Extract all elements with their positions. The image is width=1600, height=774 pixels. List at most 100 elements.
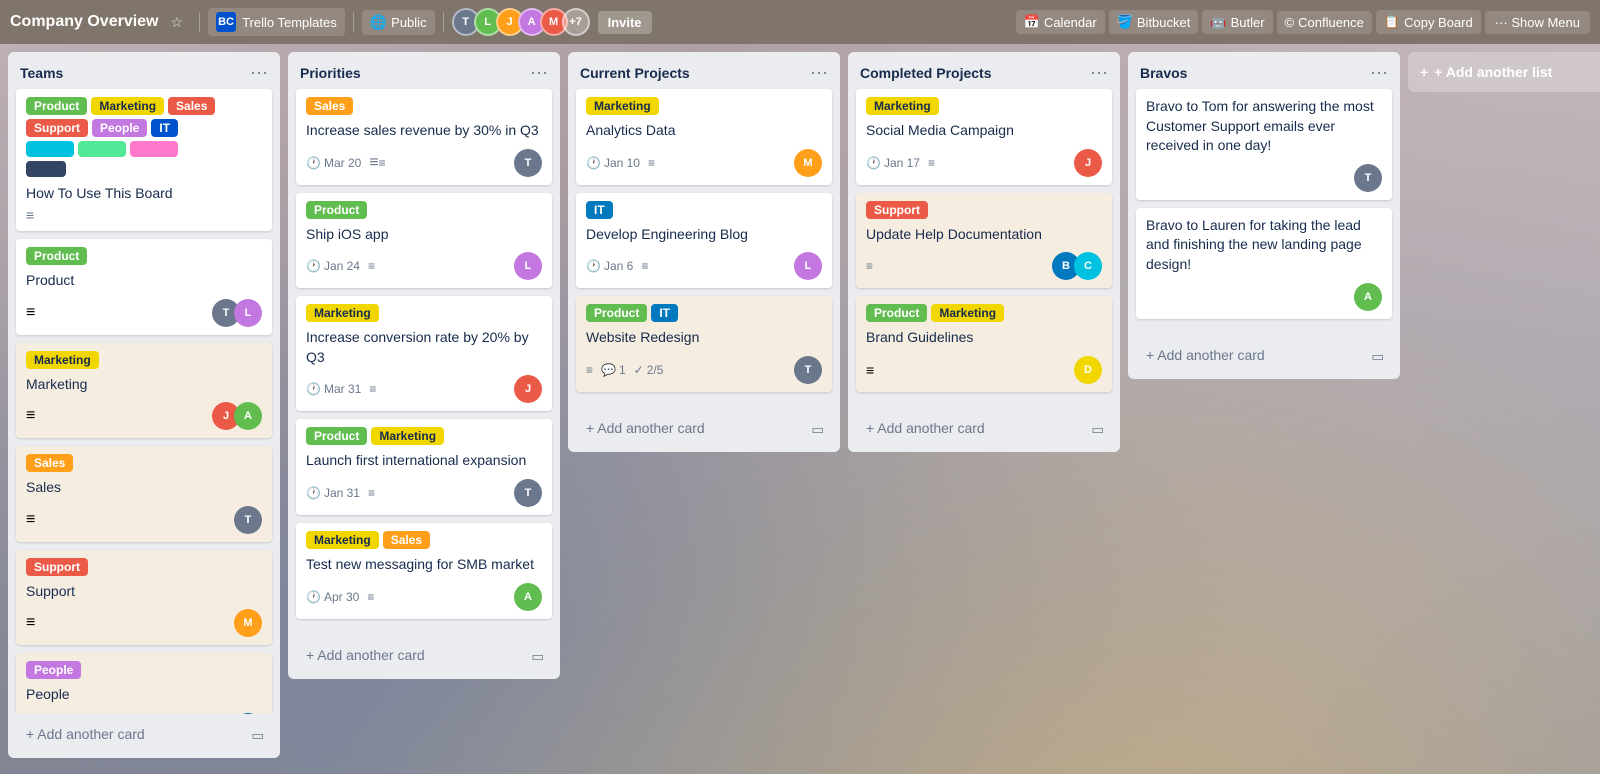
confluence-icon: © bbox=[1285, 15, 1295, 30]
card-sales-title: Sales bbox=[26, 478, 262, 498]
card-template-priorities[interactable]: ▭ bbox=[523, 643, 552, 671]
card-cp2-title: Develop Engineering Blog bbox=[586, 225, 822, 245]
how-to-icon: ≡ bbox=[26, 207, 262, 223]
card-p4-title: Launch first international expansion bbox=[306, 451, 542, 471]
card-cp1-meta: 🕐Jan 10 ≡ M bbox=[586, 149, 822, 177]
how-to-label: How To Use This Board bbox=[26, 185, 262, 201]
card-cp1[interactable]: Marketing Analytics Data 🕐Jan 10 ≡ M bbox=[576, 89, 832, 185]
list-header-teams: Teams ··· bbox=[8, 52, 280, 89]
list-title-completed: Completed Projects bbox=[860, 65, 991, 81]
invite-button[interactable]: Invite bbox=[598, 11, 652, 34]
label-cp1: Marketing bbox=[586, 97, 659, 115]
card-cp2-meta: 🕐Jan 6 ≡ L bbox=[586, 252, 822, 280]
card-p5[interactable]: Marketing Sales Test new messaging for S… bbox=[296, 523, 552, 619]
add-card-completed[interactable]: + Add another card bbox=[856, 412, 1083, 444]
copyboard-tool[interactable]: 📋 Copy Board bbox=[1376, 10, 1481, 34]
card-p5-title: Test new messaging for SMB market bbox=[306, 555, 542, 575]
label-cp3a: Product bbox=[586, 304, 647, 322]
label-people: People bbox=[92, 119, 147, 137]
card-p5-date: 🕐Apr 30 bbox=[306, 590, 359, 604]
avatar-card: T bbox=[234, 506, 262, 534]
swatch-dark bbox=[26, 161, 66, 177]
card-product-avatars: T L bbox=[212, 299, 262, 327]
bitbucket-tool[interactable]: 🪣 Bitbucket bbox=[1109, 10, 1199, 34]
list-menu-teams[interactable]: ··· bbox=[250, 62, 268, 83]
card-comp3[interactable]: Product Marketing Brand Guidelines ≡ D bbox=[856, 296, 1112, 392]
label-it: IT bbox=[151, 119, 178, 137]
card-sales[interactable]: Sales Sales T bbox=[16, 446, 272, 542]
card-cp3-checklist: ✓2/5 bbox=[634, 363, 664, 377]
list-body-current: Marketing Analytics Data 🕐Jan 10 ≡ M IT … bbox=[568, 89, 840, 408]
card-support-avatars: M bbox=[234, 609, 262, 637]
card-b2[interactable]: Bravo to Lauren for taking the lead and … bbox=[1136, 208, 1392, 319]
card-p3-title: Increase conversion rate by 20% by Q3 bbox=[306, 328, 542, 367]
card-p2[interactable]: Product Ship iOS app 🕐Jan 24 ≡ L bbox=[296, 193, 552, 289]
list-header-priorities: Priorities ··· bbox=[288, 52, 560, 89]
card-cp3-title: Website Redesign bbox=[586, 328, 822, 348]
list-menu-priorities[interactable]: ··· bbox=[530, 62, 548, 83]
card-template-current[interactable]: ▭ bbox=[803, 416, 832, 444]
card-template-teams[interactable]: ▭ bbox=[243, 722, 272, 750]
card-p2-date: 🕐Jan 24 bbox=[306, 259, 360, 273]
card-cp2[interactable]: IT Develop Engineering Blog 🕐Jan 6 ≡ L bbox=[576, 193, 832, 289]
label-comp1: Marketing bbox=[866, 97, 939, 115]
list-menu-bravos[interactable]: ··· bbox=[1370, 62, 1388, 83]
list-footer-teams: + Add another card ▭ bbox=[8, 714, 280, 758]
list-priorities: Priorities ··· Sales Increase sales reve… bbox=[288, 52, 560, 679]
desc-icon: ≡ bbox=[648, 156, 655, 170]
card-b1[interactable]: Bravo to Tom for answering the most Cust… bbox=[1136, 89, 1392, 200]
list-body-bravos: Bravo to Tom for answering the most Cust… bbox=[1128, 89, 1400, 335]
avatar-card: M bbox=[234, 609, 262, 637]
bitbucket-icon: 🪣 bbox=[1117, 14, 1133, 30]
butler-tool[interactable]: 🤖 Butler bbox=[1202, 10, 1272, 34]
label-sales-red: Sales bbox=[168, 97, 215, 115]
add-list-button[interactable]: + + Add another list bbox=[1408, 52, 1600, 92]
calendar-tool[interactable]: 📅 Calendar bbox=[1016, 10, 1105, 34]
show-menu-button[interactable]: ··· Show Menu bbox=[1485, 11, 1590, 34]
card-comp1[interactable]: Marketing Social Media Campaign 🕐Jan 17 … bbox=[856, 89, 1112, 185]
card-p1[interactable]: Sales Increase sales revenue by 30% in Q… bbox=[296, 89, 552, 185]
desc-icon bbox=[26, 407, 35, 425]
card-people[interactable]: People People B bbox=[16, 653, 272, 714]
card-p4-date: 🕐Jan 31 bbox=[306, 486, 360, 500]
card-comp1-date: 🕐Jan 17 bbox=[866, 156, 920, 170]
member-avatars[interactable]: T L J A M +7 bbox=[452, 8, 590, 36]
card-comp1-title: Social Media Campaign bbox=[866, 121, 1102, 141]
desc-icon: ≡ bbox=[586, 363, 593, 377]
add-card-bravos[interactable]: + Add another card bbox=[1136, 339, 1363, 371]
add-card-teams[interactable]: + Add another card bbox=[16, 718, 243, 750]
list-title-teams: Teams bbox=[20, 65, 63, 81]
list-body-priorities: Sales Increase sales revenue by 30% in Q… bbox=[288, 89, 560, 635]
card-p3[interactable]: Marketing Increase conversion rate by 20… bbox=[296, 296, 552, 411]
teams-swatches2 bbox=[26, 161, 262, 177]
card-support[interactable]: Support Support M bbox=[16, 550, 272, 646]
workspace-switcher[interactable]: BC Trello Templates bbox=[208, 8, 345, 36]
add-card-priorities[interactable]: + Add another card bbox=[296, 639, 523, 671]
card-product[interactable]: Product Product T L bbox=[16, 239, 272, 335]
avatar-card: L bbox=[514, 252, 542, 280]
extra-members-count[interactable]: +7 bbox=[562, 8, 590, 36]
lists-container: Teams ··· Product Marketing Sales Suppor… bbox=[0, 44, 1600, 774]
card-marketing-avatars: J A bbox=[212, 402, 262, 430]
card-comp2[interactable]: Support Update Help Documentation ≡ B C bbox=[856, 193, 1112, 289]
card-teams-intro[interactable]: Product Marketing Sales Support People I… bbox=[16, 89, 272, 231]
desc-icon: ≡ bbox=[866, 362, 874, 378]
avatar-card: T bbox=[794, 356, 822, 384]
teams-swatches bbox=[26, 141, 262, 157]
card-p4[interactable]: Product Marketing Launch first internati… bbox=[296, 419, 552, 515]
visibility-button[interactable]: 🌐 Public bbox=[362, 10, 435, 35]
star-icon[interactable]: ☆ bbox=[171, 14, 184, 31]
card-comp2-meta: ≡ B C bbox=[866, 252, 1102, 280]
add-card-current[interactable]: + Add another card bbox=[576, 412, 803, 444]
card-marketing[interactable]: Marketing Marketing J A bbox=[16, 343, 272, 439]
confluence-tool[interactable]: © Confluence bbox=[1277, 11, 1372, 34]
workspace-label: Trello Templates bbox=[242, 15, 337, 30]
list-menu-completed[interactable]: ··· bbox=[1090, 62, 1108, 83]
label-comp2: Support bbox=[866, 201, 928, 219]
card-cp3[interactable]: Product IT Website Redesign ≡ 💬1 ✓2/5 T bbox=[576, 296, 832, 392]
card-template-completed[interactable]: ▭ bbox=[1083, 416, 1112, 444]
butler-icon: 🤖 bbox=[1210, 14, 1226, 30]
avatar-card: L bbox=[794, 252, 822, 280]
list-menu-current[interactable]: ··· bbox=[810, 62, 828, 83]
card-template-bravos[interactable]: ▭ bbox=[1363, 343, 1392, 371]
